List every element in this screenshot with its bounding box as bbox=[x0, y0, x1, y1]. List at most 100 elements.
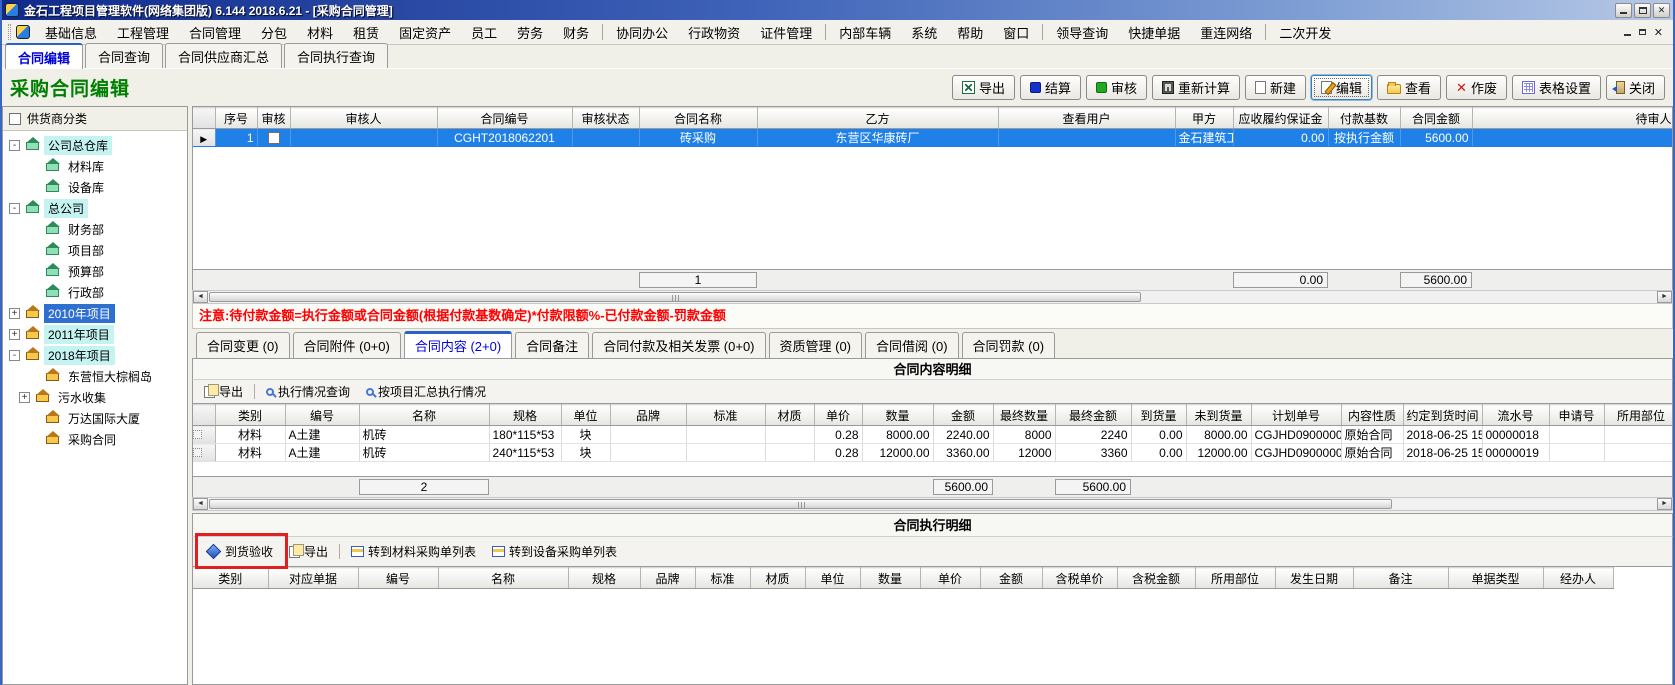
void-button[interactable]: ✕作废 bbox=[1446, 75, 1507, 100]
tab-contract-borrow[interactable]: 合同借阅 (0) bbox=[865, 332, 959, 358]
exec-status-query-button[interactable]: 执行情况查询 bbox=[261, 382, 355, 401]
tab-supplier-summary[interactable]: 合同供应商汇总 bbox=[165, 43, 282, 68]
view-button[interactable]: 查看 bbox=[1377, 75, 1441, 100]
scroll-right-arrow[interactable]: ► bbox=[1657, 291, 1672, 303]
column-header[interactable]: 金额 bbox=[933, 405, 993, 426]
column-header[interactable]: 编号 bbox=[358, 568, 438, 589]
menu-item[interactable]: 材料 bbox=[297, 20, 343, 45]
tab-payment-invoice[interactable]: 合同付款及相关发票 (0+0) bbox=[592, 332, 765, 358]
column-header[interactable]: 所用部位 bbox=[1195, 568, 1275, 589]
contract-row-selected[interactable]: ▶ 1 CGHT2018062201 砖采购 东营区华康砖厂 金石建筑工 0.0… bbox=[193, 129, 1673, 147]
scroll-thumb[interactable] bbox=[209, 292, 1141, 302]
audit-button[interactable]: 审核 bbox=[1086, 75, 1147, 100]
scroll-left-arrow[interactable]: ◄ bbox=[193, 498, 208, 510]
tab-contract-attachment[interactable]: 合同附件 (0+0) bbox=[293, 332, 401, 358]
detail-hscrollbar[interactable]: ◄ ► bbox=[192, 497, 1673, 511]
column-header[interactable]: 对应单据 bbox=[268, 568, 358, 589]
close-button[interactable]: ✕ bbox=[1653, 3, 1670, 18]
tab-contract-edit[interactable]: 合同编辑 bbox=[5, 43, 83, 69]
recalculate-button[interactable]: 重新计算 bbox=[1152, 75, 1240, 100]
maximize-button[interactable] bbox=[1634, 3, 1651, 18]
column-header[interactable]: 数量 bbox=[862, 405, 933, 426]
column-header[interactable]: 单价 bbox=[814, 405, 862, 426]
column-header[interactable]: 序号 bbox=[215, 108, 257, 129]
column-header[interactable]: 品牌 bbox=[640, 568, 695, 589]
column-header[interactable]: 类别 bbox=[215, 405, 285, 426]
column-header[interactable]: 金额 bbox=[980, 568, 1042, 589]
tab-contract-change[interactable]: 合同变更 (0) bbox=[196, 332, 290, 358]
menu-item[interactable]: 窗口 bbox=[993, 20, 1039, 45]
tree-item-projects-2018[interactable]: -2018年项目 bbox=[9, 345, 187, 366]
menu-item[interactable]: 工程管理 bbox=[107, 20, 179, 45]
edit-button[interactable]: 编辑 bbox=[1311, 75, 1372, 100]
column-header[interactable]: 审核人 bbox=[290, 108, 437, 129]
minimize-button[interactable] bbox=[1615, 3, 1632, 18]
column-header[interactable]: 合同金额 bbox=[1400, 108, 1472, 129]
menu-item[interactable]: 重连网络 bbox=[1190, 20, 1262, 45]
close-page-button[interactable]: 关闭 bbox=[1606, 75, 1665, 100]
menu-item[interactable]: 员工 bbox=[461, 20, 507, 45]
tree-item-purchase-contract[interactable]: 采购合同 bbox=[29, 429, 187, 450]
expand-icon[interactable]: + bbox=[9, 308, 20, 319]
column-header[interactable]: 标准 bbox=[695, 568, 750, 589]
tab-contract-remark[interactable]: 合同备注 bbox=[515, 332, 589, 358]
tree-item-projects-2011[interactable]: +2011年项目 bbox=[9, 324, 187, 345]
column-header[interactable]: 名称 bbox=[359, 405, 489, 426]
column-header[interactable]: 内容性质 bbox=[1341, 405, 1403, 426]
menu-item[interactable]: 协同办公 bbox=[606, 20, 678, 45]
new-button[interactable]: 新建 bbox=[1245, 75, 1306, 100]
tree-item-admin-dept[interactable]: 行政部 bbox=[29, 282, 187, 303]
supplier-filter-checkbox[interactable] bbox=[9, 113, 21, 125]
content-export-button[interactable]: 导出 bbox=[199, 382, 248, 401]
column-header[interactable]: 标准 bbox=[686, 405, 765, 426]
column-header[interactable]: 单位 bbox=[561, 405, 610, 426]
column-header[interactable]: 含税单价 bbox=[1042, 568, 1117, 589]
execution-export-button[interactable]: 导出 bbox=[284, 542, 333, 561]
column-header[interactable]: 单位 bbox=[805, 568, 860, 589]
tab-execution-query[interactable]: 合同执行查询 bbox=[284, 43, 388, 68]
to-equipment-order-list-button[interactable]: 转到设备采购单列表 bbox=[487, 542, 622, 561]
tree-item-dongying-hengda[interactable]: 东营恒大棕榈岛 bbox=[29, 366, 187, 387]
tab-contract-penalty[interactable]: 合同罚款 (0) bbox=[962, 332, 1056, 358]
column-header[interactable]: 材质 bbox=[765, 405, 814, 426]
menu-item[interactable]: 二次开发 bbox=[1269, 20, 1341, 45]
column-header[interactable]: 应收履约保证金 bbox=[1233, 108, 1328, 129]
collapse-icon[interactable]: - bbox=[9, 203, 20, 214]
column-header[interactable]: 到货量 bbox=[1131, 405, 1186, 426]
column-header[interactable]: 甲方 bbox=[1175, 108, 1233, 129]
column-header[interactable]: 品牌 bbox=[610, 405, 686, 426]
column-header[interactable]: 申请号 bbox=[1549, 405, 1604, 426]
column-header[interactable]: 类别 bbox=[193, 568, 268, 589]
column-header[interactable]: 约定到货时间 bbox=[1403, 405, 1482, 426]
mdi-restore-icon[interactable] bbox=[1639, 29, 1646, 35]
column-header[interactable]: 合同编号 bbox=[437, 108, 572, 129]
detail-row[interactable]: 材料A土建机砖240*115*53块0.2812000.003360.00120… bbox=[193, 444, 1673, 462]
menu-item[interactable]: 快捷单据 bbox=[1118, 20, 1190, 45]
column-header[interactable]: 备注 bbox=[1353, 568, 1448, 589]
menu-item[interactable]: 合同管理 bbox=[179, 20, 251, 45]
column-header[interactable]: 含税金额 bbox=[1117, 568, 1195, 589]
tab-contract-content[interactable]: 合同内容 (2+0) bbox=[404, 331, 512, 358]
tree-item-wanda-tower[interactable]: 万达国际大厦 bbox=[29, 408, 187, 429]
expand-icon[interactable]: + bbox=[19, 392, 30, 403]
menu-item[interactable]: 财务 bbox=[553, 20, 599, 45]
menu-item[interactable]: 帮助 bbox=[947, 20, 993, 45]
column-header[interactable]: 审核 bbox=[257, 108, 290, 129]
column-header[interactable]: 付款基数 bbox=[1328, 108, 1400, 129]
column-header[interactable]: 查看用户 bbox=[998, 108, 1175, 129]
column-header[interactable]: 名称 bbox=[438, 568, 568, 589]
column-header[interactable]: 材质 bbox=[750, 568, 805, 589]
grid-setup-button[interactable]: 表格设置 bbox=[1512, 75, 1601, 100]
to-material-order-list-button[interactable]: 转到材料采购单列表 bbox=[346, 542, 481, 561]
column-header[interactable]: 数量 bbox=[860, 568, 920, 589]
menu-item[interactable]: 分包 bbox=[251, 20, 297, 45]
column-header[interactable]: 单据类型 bbox=[1448, 568, 1543, 589]
column-header[interactable]: 规格 bbox=[489, 405, 561, 426]
column-header[interactable]: 单价 bbox=[920, 568, 980, 589]
column-header[interactable]: 合同名称 bbox=[639, 108, 757, 129]
collapse-icon[interactable]: - bbox=[9, 350, 20, 361]
column-header[interactable]: 乙方 bbox=[757, 108, 998, 129]
tree-item-material-store[interactable]: 材料库 bbox=[29, 156, 187, 177]
project-summary-query-button[interactable]: 按项目汇总执行情况 bbox=[361, 382, 491, 401]
column-header[interactable]: 审核状态 bbox=[572, 108, 639, 129]
